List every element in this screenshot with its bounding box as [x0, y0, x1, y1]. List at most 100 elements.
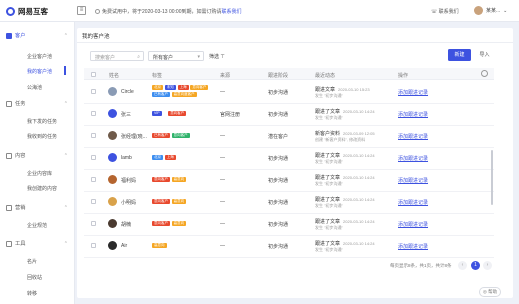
customer-name[interactable]: 张经理(晓...	[121, 133, 147, 140]
latest-activity-detail: 发生 "初步沟通"	[315, 247, 343, 252]
customer-tag: 上海	[164, 155, 176, 160]
latest-activity-detail: 发生 "初步沟通"	[315, 225, 343, 230]
sidebar-item-enterprise-pool[interactable]: 企业客户池	[27, 53, 52, 60]
column-header-name[interactable]: 姓名	[109, 72, 119, 79]
latest-activity-detail: 发生 "初步沟通"	[315, 115, 343, 120]
collapse-menu-icon[interactable]: ≡	[77, 6, 86, 15]
add-followup-link[interactable]: 添加跟进记录	[398, 199, 428, 206]
sidebar-item-recycle-bin[interactable]: 回收站	[27, 274, 42, 281]
activity-time: 2020-03-10 14:24	[343, 175, 375, 180]
customer-name[interactable]: lamb	[121, 155, 132, 161]
row-checkbox[interactable]	[91, 155, 96, 160]
search-input[interactable]: 搜索客户 ⌕	[90, 51, 144, 61]
import-button[interactable]: 导入	[476, 49, 493, 61]
add-followup-link[interactable]: 添加跟进记录	[398, 155, 428, 162]
customer-tag: 意向客户	[171, 133, 190, 138]
add-followup-link[interactable]: 添加跟进记录	[398, 177, 428, 184]
customer-tag: 意向客户	[190, 85, 209, 90]
task-icon	[6, 100, 12, 107]
row-checkbox[interactable]	[91, 111, 96, 116]
sidebar-group-content[interactable]: 内容 ⌃	[6, 152, 68, 159]
sidebar-item-issued-tasks[interactable]: 我下发的任务	[27, 118, 57, 125]
pagination-summary: 每页显示8条，共1页，共计8条	[390, 263, 452, 268]
chevron-down-icon: ▾	[197, 53, 200, 60]
sidebar-item-enterprise-content[interactable]: 企业内容库	[27, 170, 52, 177]
user-avatar	[474, 6, 483, 15]
activity-time: 2020-03-10 14:24	[343, 219, 375, 224]
customer-name[interactable]: Air	[121, 243, 127, 249]
add-followup-link[interactable]: 添加跟进记录	[398, 243, 428, 250]
sidebar-item-my-pool[interactable]: 我的客户池	[27, 68, 52, 75]
sidebar-group-customer[interactable]: 客户 ⌃	[6, 32, 68, 39]
sidebar-item-transfer[interactable]: 转移	[27, 290, 37, 297]
latest-activity-title: 跟进了文章 2020-03-10 14:24	[315, 196, 375, 203]
customer-name[interactable]: 胡楠	[121, 221, 131, 228]
column-header-activity[interactable]: 最近动态	[315, 72, 335, 79]
column-header-tags[interactable]: 标签	[152, 72, 162, 79]
brand-logo[interactable]: 网易互客	[6, 6, 48, 17]
sidebar-item-received-tasks[interactable]: 我收到的任务	[27, 133, 57, 140]
row-checkbox[interactable]	[91, 89, 96, 94]
add-followup-link[interactable]: 添加跟进记录	[398, 111, 428, 118]
add-followup-link[interactable]: 添加跟进记录	[398, 133, 428, 140]
row-checkbox[interactable]	[91, 177, 96, 182]
prev-page-button[interactable]: ‹	[458, 261, 467, 270]
next-page-button[interactable]: ›	[483, 261, 492, 270]
user-menu[interactable]: 某某... ⌄	[474, 6, 507, 15]
customer-tag: 高意向度客户	[171, 92, 197, 97]
new-customer-button[interactable]: 新建	[448, 49, 471, 61]
row-checkbox[interactable]	[91, 221, 96, 226]
customer-source: —	[220, 243, 225, 249]
table-row-divider	[84, 257, 494, 258]
column-header-stage[interactable]: 跟进阶段	[268, 72, 288, 79]
customer-avatar	[108, 219, 117, 228]
customer-tag: 高意向	[152, 243, 167, 248]
add-followup-link[interactable]: 添加跟进记录	[398, 221, 428, 228]
latest-activity-detail: 发生 "初步沟通"	[315, 93, 343, 98]
row-checkbox[interactable]	[91, 133, 96, 138]
notice-contact-link[interactable]: 联系我们	[221, 9, 241, 15]
latest-activity-title: 跟进了文章 2020-03-10 14:24	[315, 218, 375, 225]
latest-activity-detail: 发生 "初步沟通"	[315, 203, 343, 208]
scrollbar[interactable]	[491, 150, 493, 205]
customer-avatar	[108, 153, 117, 162]
sidebar-item-enterprise-rules[interactable]: 企业规范	[27, 222, 47, 229]
sidebar-item-public-pool[interactable]: 公海池	[27, 84, 42, 91]
filter-button[interactable]: 筛选 ⊤	[205, 51, 230, 61]
customer-range-select[interactable]: 所有客户 ▾	[148, 51, 204, 61]
customer-name[interactable]: 小明妈	[121, 199, 136, 206]
customer-name[interactable]: Circle	[121, 89, 134, 95]
customer-name[interactable]: 福利妈	[121, 177, 136, 184]
sidebar-group-task[interactable]: 任务 ⌃	[6, 100, 68, 107]
sidebar-group-marketing[interactable]: 营销 ⌃	[6, 204, 68, 211]
contact-us-link[interactable]: ☏ 联系我们	[431, 8, 459, 15]
customer-range-value: 所有客户	[153, 55, 174, 61]
column-header-source[interactable]: 来源	[220, 72, 230, 79]
gear-icon[interactable]	[481, 70, 488, 77]
latest-activity-title: 跟进了文章 2020-03-10 14:24	[315, 240, 375, 247]
sidebar-group-tools[interactable]: 工具 ⌃	[6, 240, 68, 247]
customer-tag: 已有客户	[152, 133, 170, 138]
customer-tag: VIP	[152, 111, 162, 116]
customer-source: —	[220, 199, 225, 205]
customer-tag: 意向客户	[152, 221, 170, 226]
customer-avatar	[108, 109, 117, 118]
followup-stage: 潜在客户	[268, 134, 289, 140]
table-row-divider	[84, 169, 494, 170]
page-1-button[interactable]: 1	[471, 261, 480, 270]
add-followup-link[interactable]: 添加跟进记录	[398, 89, 428, 96]
title-divider	[77, 42, 513, 43]
activity-time: 2020-03-10 14:24	[343, 197, 375, 202]
select-all-checkbox[interactable]	[91, 72, 96, 77]
sidebar-item-my-content[interactable]: 我创建的内容	[27, 185, 57, 192]
customer-name[interactable]: 张三	[121, 111, 131, 118]
customer-avatar	[108, 131, 117, 140]
row-checkbox[interactable]	[91, 243, 96, 248]
help-label: 帮助	[488, 289, 498, 294]
column-header-action[interactable]: 操作	[398, 72, 408, 79]
help-button[interactable]: ◎ 帮助	[479, 287, 501, 297]
filter-icon: ⊤	[220, 54, 225, 60]
row-checkbox[interactable]	[91, 199, 96, 204]
followup-stage: 初步沟通	[268, 222, 289, 228]
sidebar-item-card[interactable]: 名片	[27, 258, 37, 265]
